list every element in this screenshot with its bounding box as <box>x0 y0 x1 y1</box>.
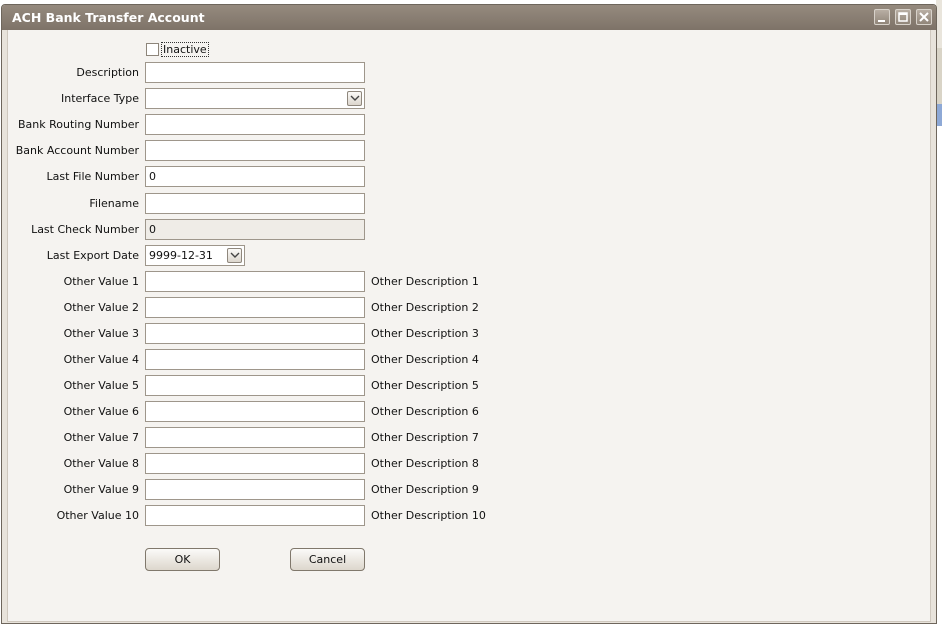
filename-label: Filename <box>89 197 139 210</box>
inactive-label[interactable]: Inactive <box>161 42 209 57</box>
other-description-3-label: Other Description 3 <box>371 327 479 340</box>
other-value-9-label: Other Value 9 <box>63 483 139 496</box>
other-value-2-field[interactable] <box>145 297 365 318</box>
other-value-3-label: Other Value 3 <box>63 327 139 340</box>
close-icon[interactable] <box>916 9 932 25</box>
other-value-4-field[interactable] <box>145 349 365 370</box>
other-description-4-label: Other Description 4 <box>371 353 479 366</box>
inactive-checkbox[interactable] <box>146 43 159 56</box>
other-description-8-label: Other Description 8 <box>371 457 479 470</box>
other-value-6-label: Other Value 6 <box>63 405 139 418</box>
bank-account-number-field[interactable] <box>145 140 365 161</box>
last-export-date-label: Last Export Date <box>46 249 139 262</box>
other-value-5-field[interactable] <box>145 375 365 396</box>
other-value-8-label: Other Value 8 <box>63 457 139 470</box>
chevron-down-icon[interactable] <box>227 248 242 263</box>
other-description-9-label: Other Description 9 <box>371 483 479 496</box>
maximize-icon[interactable] <box>895 9 911 25</box>
last-check-number-field: 0 <box>145 219 365 240</box>
other-value-10-label: Other Value 10 <box>56 509 139 522</box>
other-description-7-label: Other Description 7 <box>371 431 479 444</box>
other-value-3-field[interactable] <box>145 323 365 344</box>
window-title: ACH Bank Transfer Account <box>12 10 205 25</box>
minimize-icon[interactable] <box>874 9 890 25</box>
cancel-button[interactable]: Cancel <box>290 548 365 571</box>
description-label: Description <box>76 66 139 79</box>
other-description-5-label: Other Description 5 <box>371 379 479 392</box>
last-file-number-field[interactable]: 0 <box>145 166 365 187</box>
other-description-2-label: Other Description 2 <box>371 301 479 314</box>
interface-type-label: Interface Type <box>60 92 139 105</box>
other-value-6-field[interactable] <box>145 401 365 422</box>
bank-account-number-label: Bank Account Number <box>15 144 139 157</box>
other-value-1-label: Other Value 1 <box>63 275 139 288</box>
dialog-window: ACH Bank Transfer Account Inactive Descr… <box>1 4 937 624</box>
other-description-10-label: Other Description 10 <box>371 509 486 522</box>
chevron-down-icon[interactable] <box>347 91 362 106</box>
other-value-4-label: Other Value 4 <box>63 353 139 366</box>
other-value-2-label: Other Value 2 <box>63 301 139 314</box>
last-export-date-value: 9999-12-31 <box>149 249 213 262</box>
filename-field[interactable] <box>145 193 365 214</box>
last-export-date-picker[interactable]: 9999-12-31 <box>145 245 245 266</box>
other-description-6-label: Other Description 6 <box>371 405 479 418</box>
other-description-1-label: Other Description 1 <box>371 275 479 288</box>
ok-button[interactable]: OK <box>145 548 220 571</box>
other-value-9-field[interactable] <box>145 479 365 500</box>
bank-routing-number-field[interactable] <box>145 114 365 135</box>
other-value-8-field[interactable] <box>145 453 365 474</box>
other-value-1-field[interactable] <box>145 271 365 292</box>
other-value-5-label: Other Value 5 <box>63 379 139 392</box>
bank-routing-number-label: Bank Routing Number <box>18 118 139 131</box>
other-value-7-label: Other Value 7 <box>63 431 139 444</box>
last-file-number-label: Last File Number <box>46 170 139 183</box>
interface-type-select[interactable] <box>145 88 365 109</box>
other-value-7-field[interactable] <box>145 427 365 448</box>
description-field[interactable] <box>145 62 365 83</box>
other-value-10-field[interactable] <box>145 505 365 526</box>
title-bar[interactable]: ACH Bank Transfer Account <box>2 5 936 30</box>
form-panel: Inactive Description Interface Type Bank… <box>7 30 931 622</box>
last-check-number-label: Last Check Number <box>31 223 139 236</box>
